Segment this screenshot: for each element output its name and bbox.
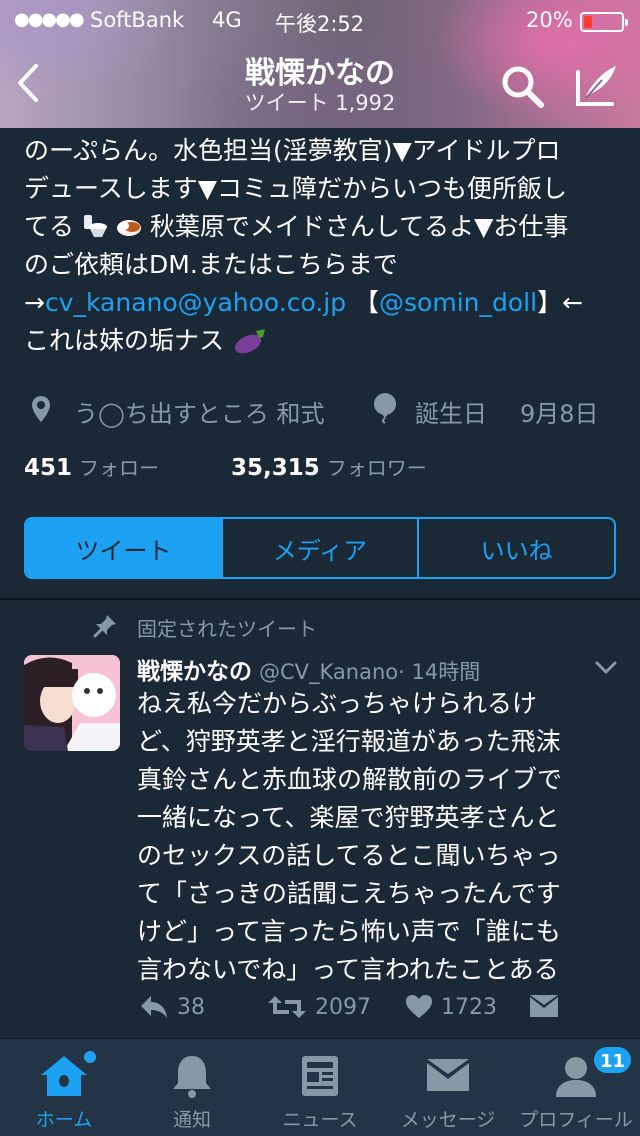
retweet-icon	[268, 996, 306, 1018]
tab-profile[interactable]: 11 プロフィール	[512, 1039, 640, 1136]
bio-text: てる	[24, 212, 75, 241]
mention-link[interactable]: @somin_doll	[379, 288, 537, 317]
news-icon	[302, 1056, 338, 1096]
bio-line: てる 秋葉原でメイドさんしてるよ▼お仕事	[24, 208, 624, 246]
followers-count: 35,315	[231, 455, 320, 481]
tweet-line: て「さっきの話聞こえちゃったんです	[137, 879, 561, 908]
profile-header: ●●●●● SoftBank 4G 午後2:52 20% 戦慄かなの ツイート …	[0, 0, 640, 128]
tab-home[interactable]: ホーム	[0, 1039, 128, 1136]
tweet-line: けど」って言ったら怖い声で「誰にも	[137, 917, 561, 946]
profile-tabs: ツイート メディア いいね	[24, 517, 616, 579]
following-label: フォロー	[79, 456, 160, 480]
home-new-indicator	[84, 1051, 96, 1063]
pinned-label: 固定されたツイート	[137, 617, 317, 641]
like-button[interactable]: 1723	[405, 994, 497, 1020]
chevron-down-icon[interactable]	[594, 660, 618, 676]
bio-text: これは妹の垢ナス	[24, 326, 225, 355]
tab-profile-label: プロフィール	[519, 1109, 633, 1131]
bio-bracket-open: 【	[346, 288, 380, 317]
eggplant-icon	[234, 329, 265, 354]
search-icon	[502, 66, 544, 108]
tab-messages[interactable]: メッセージ	[384, 1039, 512, 1136]
reply-icon	[141, 996, 167, 1018]
tweet-line: 真鈴さんと赤血球の解散前のライブで	[137, 765, 563, 794]
carrier-name: SoftBank	[90, 8, 185, 32]
tab-messages-label: メッセージ	[400, 1109, 496, 1131]
tweet-header: 戦慄かなの @CV_Kanano· 14時間	[137, 652, 480, 686]
tweet-line: ねえ私今だからぶっちゃけられるけ	[137, 689, 538, 718]
envelope-icon	[427, 1059, 469, 1091]
tab-tweets[interactable]: ツイート	[26, 519, 223, 577]
reply-count: 38	[177, 994, 205, 1020]
followers-stat[interactable]: 35,315 フォロワー	[231, 455, 427, 481]
birthday-label: 誕生日	[415, 400, 487, 428]
heart-icon	[406, 995, 432, 1018]
compose-button[interactable]	[572, 60, 622, 110]
envelope-icon	[530, 995, 558, 1017]
retweet-button[interactable]: 2097	[267, 994, 371, 1020]
tab-news[interactable]: ニュース	[256, 1039, 384, 1136]
bottom-tab-bar: ホーム 通知 ニュース メッセージ 11 プロフィール	[0, 1038, 640, 1136]
location-text: う◯ち出すところ 和式	[74, 400, 325, 428]
reply-button[interactable]: 38	[139, 994, 205, 1020]
tab-notifications[interactable]: 通知	[128, 1039, 256, 1136]
tweet-line: 一緒になって、楽屋で狩野英孝さんと	[137, 803, 560, 832]
bell-icon	[173, 1056, 211, 1098]
like-count: 1723	[441, 994, 497, 1020]
tweet-line: ど、狩野英孝と淫行報道があった飛沫	[137, 727, 561, 756]
curry-icon	[116, 220, 141, 236]
bio-bracket-close: 】←	[537, 288, 584, 317]
tweet-text: ねえ私今だからぶっちゃけられるけ ど、狩野英孝と淫行報道があった飛沫 真鈴さんと…	[137, 685, 627, 989]
tweet-author-name[interactable]: 戦慄かなの	[137, 659, 252, 685]
following-count: 451	[24, 455, 73, 481]
bio-text: 秋葉原でメイドさんしてるよ▼お仕事	[149, 212, 569, 241]
home-icon	[41, 1056, 87, 1096]
bio-line: のご依頼はDM.またはこちらまで	[24, 250, 398, 279]
clock: 午後2:52	[275, 12, 365, 36]
compose-icon	[576, 66, 616, 106]
balloon-icon	[374, 393, 396, 424]
avatar[interactable]	[24, 655, 120, 751]
followers-label: フォロワー	[326, 456, 427, 480]
location-pin-icon	[32, 396, 50, 422]
following-stat[interactable]: 451 フォロー	[24, 455, 160, 481]
profile-bio: のーぷらん。水色担当(淫夢教官)▼アイドルプロ デュースします▼コミュ障だからい…	[24, 132, 624, 360]
tab-news-label: ニュース	[282, 1109, 358, 1131]
direct-message-button[interactable]	[529, 994, 559, 1020]
bio-line: のーぷらん。水色担当(淫夢教官)▼アイドルプロ	[24, 136, 561, 165]
tweet-author-handle: @CV_Kanano	[259, 660, 399, 684]
tweet-line: 言わないでね」って言われたことある	[137, 955, 559, 984]
tweet-actions: 38 2097 1723	[137, 990, 617, 1030]
bio-line: これは妹の垢ナス	[24, 322, 624, 360]
profile-badge: 11	[592, 1045, 634, 1075]
battery-icon	[580, 12, 628, 32]
pin-icon	[93, 615, 116, 638]
tab-notifications-label: 通知	[172, 1109, 211, 1131]
birthday-date: 9月8日	[520, 400, 599, 428]
bio-arrow: →	[24, 288, 45, 317]
tab-likes[interactable]: いいね	[419, 519, 614, 577]
email-link[interactable]: cv_kanano@yahoo.co.jp	[45, 288, 346, 317]
toilet-icon	[83, 215, 107, 237]
status-bar: ●●●●● SoftBank 4G 午後2:52 20%	[0, 0, 640, 40]
signal-strength: ●●●●●	[14, 9, 85, 30]
tweet-time: · 14時間	[398, 660, 481, 684]
avatar-image	[24, 655, 120, 751]
tab-media[interactable]: メディア	[223, 519, 420, 577]
search-button[interactable]	[498, 62, 546, 110]
network-type: 4G	[212, 8, 242, 32]
divider	[0, 598, 640, 600]
follow-stats: 451 フォロー 35,315 フォロワー	[24, 452, 427, 481]
bio-line: デュースします▼コミュ障だからいつも便所飯し	[24, 174, 567, 203]
tweet-line: のセックスの話してるとこ聞いちゃっ	[137, 841, 561, 870]
bio-line: →cv_kanano@yahoo.co.jp 【@somin_doll】←	[24, 284, 624, 322]
tab-home-label: ホーム	[35, 1109, 93, 1131]
battery-percent: 20%	[526, 8, 573, 32]
retweet-count: 2097	[315, 994, 371, 1020]
